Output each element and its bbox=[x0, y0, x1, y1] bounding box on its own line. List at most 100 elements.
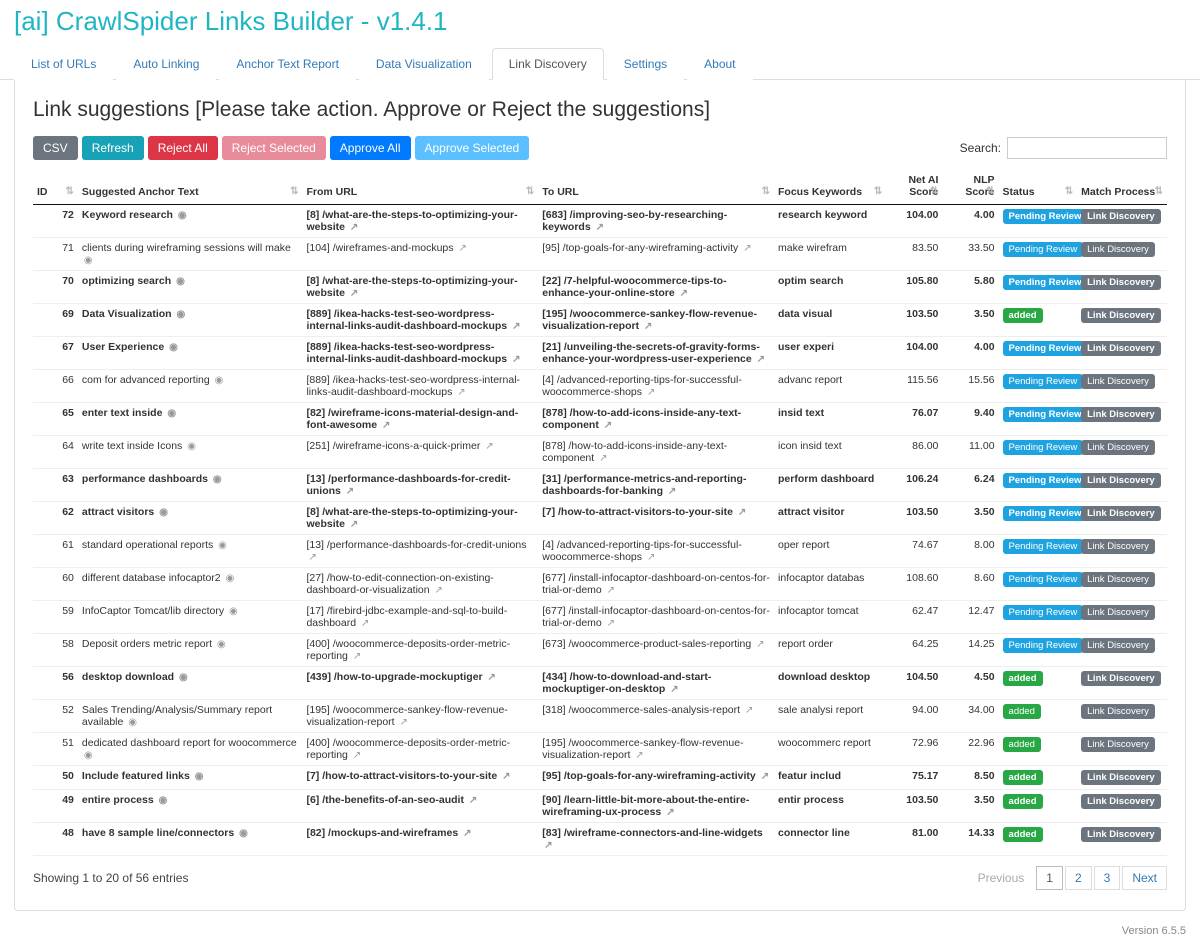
eye-icon[interactable]: ◉ bbox=[217, 639, 226, 650]
external-link-icon[interactable]: ↗ bbox=[382, 420, 390, 431]
external-link-icon[interactable]: ↗ bbox=[544, 840, 552, 851]
table-row[interactable]: 49entire process ◉[6] /the-benefits-of-a… bbox=[33, 790, 1167, 823]
table-row[interactable]: 69Data Visualization ◉[889] /ikea-hacks-… bbox=[33, 304, 1167, 337]
status-badge[interactable]: added bbox=[1003, 794, 1043, 809]
refresh-button[interactable]: Refresh bbox=[82, 136, 144, 160]
external-link-icon[interactable]: ↗ bbox=[668, 486, 676, 497]
eye-icon[interactable]: ◉ bbox=[169, 342, 178, 353]
external-link-icon[interactable]: ↗ bbox=[670, 684, 678, 695]
status-badge[interactable]: Pending Review bbox=[1003, 440, 1084, 455]
external-link-icon[interactable]: ↗ bbox=[607, 585, 615, 596]
status-badge[interactable]: Pending Review bbox=[1003, 638, 1084, 653]
table-row[interactable]: 65enter text inside ◉[82] /wireframe-ico… bbox=[33, 403, 1167, 436]
tab-anchor-text-report[interactable]: Anchor Text Report bbox=[219, 48, 356, 80]
col-from-url[interactable]: From URL bbox=[302, 168, 538, 205]
col-net-ai-score[interactable]: Net AI Score bbox=[886, 168, 942, 205]
external-link-icon[interactable]: ↗ bbox=[346, 486, 354, 497]
process-badge[interactable]: Link Discovery bbox=[1081, 827, 1161, 842]
table-row[interactable]: 62attract visitors ◉[8] /what-are-the-st… bbox=[33, 502, 1167, 535]
external-link-icon[interactable]: ↗ bbox=[353, 750, 361, 761]
table-row[interactable]: 60different database infocaptor2 ◉[27] /… bbox=[33, 568, 1167, 601]
eye-icon[interactable]: ◉ bbox=[159, 795, 168, 806]
status-badge[interactable]: added bbox=[1003, 308, 1043, 323]
status-badge[interactable]: Pending Review bbox=[1003, 572, 1084, 587]
external-link-icon[interactable]: ↗ bbox=[435, 585, 443, 596]
external-link-icon[interactable]: ↗ bbox=[485, 441, 493, 452]
col-suggested-anchor-text[interactable]: Suggested Anchor Text bbox=[78, 168, 303, 205]
eye-icon[interactable]: ◉ bbox=[177, 309, 186, 320]
eye-icon[interactable]: ◉ bbox=[213, 474, 222, 485]
pager-next[interactable]: Next bbox=[1122, 866, 1167, 890]
table-row[interactable]: 61standard operational reports ◉[13] /pe… bbox=[33, 535, 1167, 568]
process-badge[interactable]: Link Discovery bbox=[1081, 704, 1155, 719]
external-link-icon[interactable]: ↗ bbox=[647, 387, 655, 398]
status-badge[interactable]: Pending Review bbox=[1003, 374, 1084, 389]
pager-page-3[interactable]: 3 bbox=[1094, 866, 1121, 890]
status-badge[interactable]: Pending Review bbox=[1003, 506, 1088, 521]
process-badge[interactable]: Link Discovery bbox=[1081, 794, 1161, 809]
col-nlp-score[interactable]: NLP Score bbox=[942, 168, 998, 205]
external-link-icon[interactable]: ↗ bbox=[512, 354, 520, 365]
external-link-icon[interactable]: ↗ bbox=[756, 639, 764, 650]
status-badge[interactable]: Pending Review bbox=[1003, 407, 1088, 422]
process-badge[interactable]: Link Discovery bbox=[1081, 275, 1161, 290]
col-id[interactable]: ID bbox=[33, 168, 78, 205]
eye-icon[interactable]: ◉ bbox=[187, 441, 196, 452]
external-link-icon[interactable]: ↗ bbox=[458, 243, 466, 254]
tab-data-visualization[interactable]: Data Visualization bbox=[359, 48, 489, 80]
external-link-icon[interactable]: ↗ bbox=[607, 618, 615, 629]
status-badge[interactable]: Pending Review bbox=[1003, 539, 1084, 554]
process-badge[interactable]: Link Discovery bbox=[1081, 770, 1161, 785]
process-badge[interactable]: Link Discovery bbox=[1081, 209, 1161, 224]
eye-icon[interactable]: ◉ bbox=[84, 750, 93, 761]
approve-selected-button[interactable]: Approve Selected bbox=[415, 136, 530, 160]
process-badge[interactable]: Link Discovery bbox=[1081, 341, 1161, 356]
external-link-icon[interactable]: ↗ bbox=[743, 243, 751, 254]
external-link-icon[interactable]: ↗ bbox=[738, 507, 746, 518]
external-link-icon[interactable]: ↗ bbox=[757, 354, 765, 365]
external-link-icon[interactable]: ↗ bbox=[502, 771, 510, 782]
external-link-icon[interactable]: ↗ bbox=[635, 750, 643, 761]
external-link-icon[interactable]: ↗ bbox=[457, 387, 465, 398]
tab-about[interactable]: About bbox=[687, 48, 752, 80]
table-row[interactable]: 59InfoCaptor Tomcat/lib directory ◉[17] … bbox=[33, 601, 1167, 634]
eye-icon[interactable]: ◉ bbox=[84, 255, 93, 266]
process-badge[interactable]: Link Discovery bbox=[1081, 572, 1155, 587]
table-row[interactable]: 50Include featured links ◉[7] /how-to-at… bbox=[33, 766, 1167, 790]
eye-icon[interactable]: ◉ bbox=[179, 672, 188, 683]
eye-icon[interactable]: ◉ bbox=[218, 540, 227, 551]
external-link-icon[interactable]: ↗ bbox=[350, 288, 358, 299]
process-badge[interactable]: Link Discovery bbox=[1081, 242, 1155, 257]
pager-page-1[interactable]: 1 bbox=[1036, 866, 1063, 890]
col-match-process[interactable]: Match Process bbox=[1077, 168, 1167, 205]
eye-icon[interactable]: ◉ bbox=[195, 771, 204, 782]
process-badge[interactable]: Link Discovery bbox=[1081, 605, 1155, 620]
status-badge[interactable]: added bbox=[1003, 770, 1043, 785]
table-row[interactable]: 51dedicated dashboard report for woocomm… bbox=[33, 733, 1167, 766]
external-link-icon[interactable]: ↗ bbox=[400, 717, 408, 728]
table-row[interactable]: 66com for advanced reporting ◉[889] /ike… bbox=[33, 370, 1167, 403]
pager-prev[interactable]: Previous bbox=[968, 866, 1035, 890]
eye-icon[interactable]: ◉ bbox=[159, 507, 168, 518]
table-row[interactable]: 67User Experience ◉[889] /ikea-hacks-tes… bbox=[33, 337, 1167, 370]
external-link-icon[interactable]: ↗ bbox=[745, 705, 753, 716]
process-badge[interactable]: Link Discovery bbox=[1081, 737, 1155, 752]
external-link-icon[interactable]: ↗ bbox=[596, 222, 604, 233]
status-badge[interactable]: Pending Review bbox=[1003, 341, 1088, 356]
external-link-icon[interactable]: ↗ bbox=[350, 222, 358, 233]
process-badge[interactable]: Link Discovery bbox=[1081, 440, 1155, 455]
external-link-icon[interactable]: ↗ bbox=[666, 807, 674, 818]
status-badge[interactable]: Pending Review bbox=[1003, 473, 1088, 488]
table-row[interactable]: 71clients during wireframing sessions wi… bbox=[33, 238, 1167, 271]
pager-page-2[interactable]: 2 bbox=[1065, 866, 1092, 890]
external-link-icon[interactable]: ↗ bbox=[644, 321, 652, 332]
eye-icon[interactable]: ◉ bbox=[215, 375, 224, 386]
reject-selected-button[interactable]: Reject Selected bbox=[222, 136, 326, 160]
eye-icon[interactable]: ◉ bbox=[226, 573, 235, 584]
col-status[interactable]: Status bbox=[999, 168, 1078, 205]
external-link-icon[interactable]: ↗ bbox=[599, 453, 607, 464]
status-badge[interactable]: added bbox=[1003, 671, 1043, 686]
tab-settings[interactable]: Settings bbox=[607, 48, 684, 80]
external-link-icon[interactable]: ↗ bbox=[761, 771, 769, 782]
status-badge[interactable]: added bbox=[1003, 737, 1041, 752]
